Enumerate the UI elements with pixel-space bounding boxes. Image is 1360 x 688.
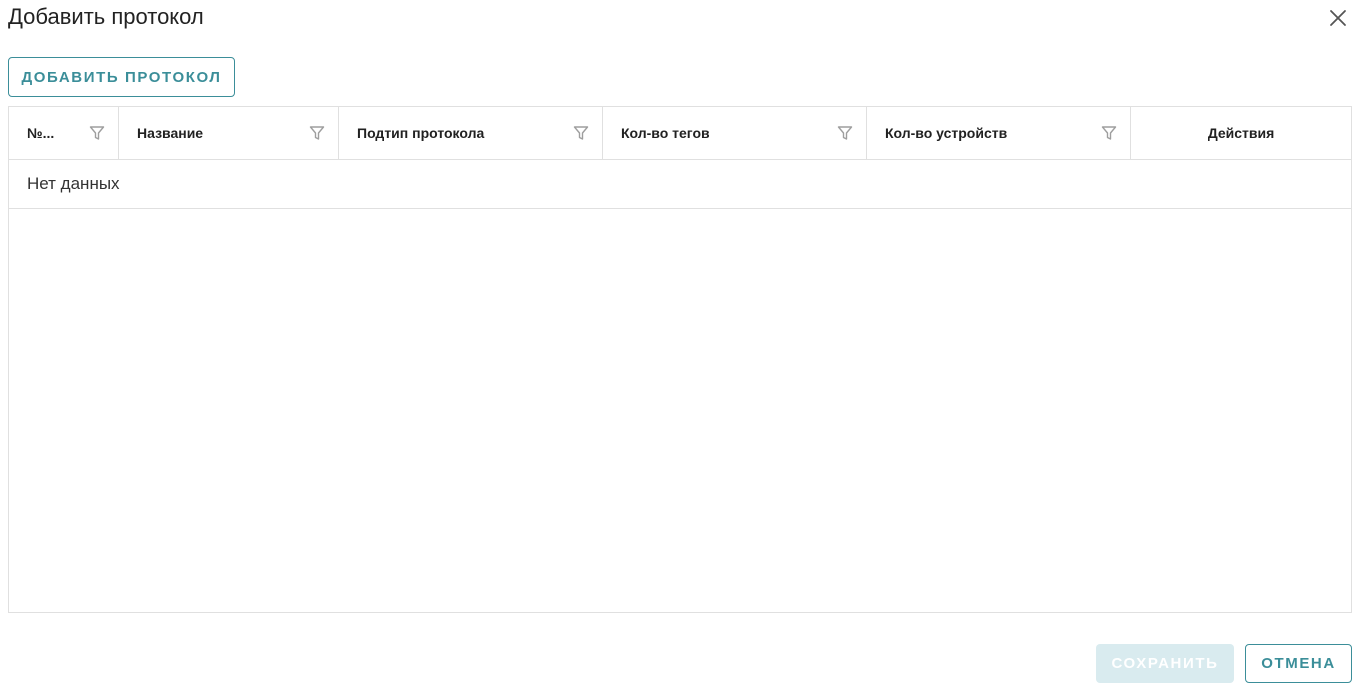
column-header-actions: Действия	[1131, 107, 1351, 159]
add-protocol-dialog: Добавить протокол ДОБАВИТЬ ПРОТОКОЛ №...…	[0, 0, 1360, 688]
empty-state-row: Нет данных	[9, 160, 1351, 209]
filter-icon[interactable]	[308, 124, 326, 142]
column-label: №...	[27, 125, 55, 141]
column-header-tag-count[interactable]: Кол-во тегов	[603, 107, 867, 159]
table-header: №... Название Подтип протокола Кол-во те…	[9, 107, 1351, 160]
column-label: Кол-во тегов	[621, 125, 710, 141]
close-button[interactable]	[1326, 6, 1350, 30]
cancel-button[interactable]: ОТМЕНА	[1245, 644, 1352, 683]
filter-icon[interactable]	[836, 124, 854, 142]
column-label: Подтип протокола	[357, 125, 485, 141]
filter-icon[interactable]	[1100, 124, 1118, 142]
column-header-name[interactable]: Название	[119, 107, 339, 159]
filter-icon[interactable]	[88, 124, 106, 142]
filter-icon[interactable]	[572, 124, 590, 142]
dialog-title: Добавить протокол	[8, 4, 204, 29]
column-label: Название	[137, 125, 204, 141]
column-label: Кол-во устройств	[885, 125, 1008, 141]
save-button[interactable]: СОХРАНИТЬ	[1096, 644, 1234, 683]
column-header-number[interactable]: №...	[9, 107, 119, 159]
column-header-subtype[interactable]: Подтип протокола	[339, 107, 603, 159]
column-label: Действия	[1207, 125, 1275, 141]
close-icon	[1330, 10, 1346, 26]
protocols-table: №... Название Подтип протокола Кол-во те…	[8, 106, 1352, 613]
add-protocol-button[interactable]: ДОБАВИТЬ ПРОТОКОЛ	[8, 57, 235, 97]
column-header-device-count[interactable]: Кол-во устройств	[867, 107, 1131, 159]
empty-state-text: Нет данных	[27, 174, 120, 193]
